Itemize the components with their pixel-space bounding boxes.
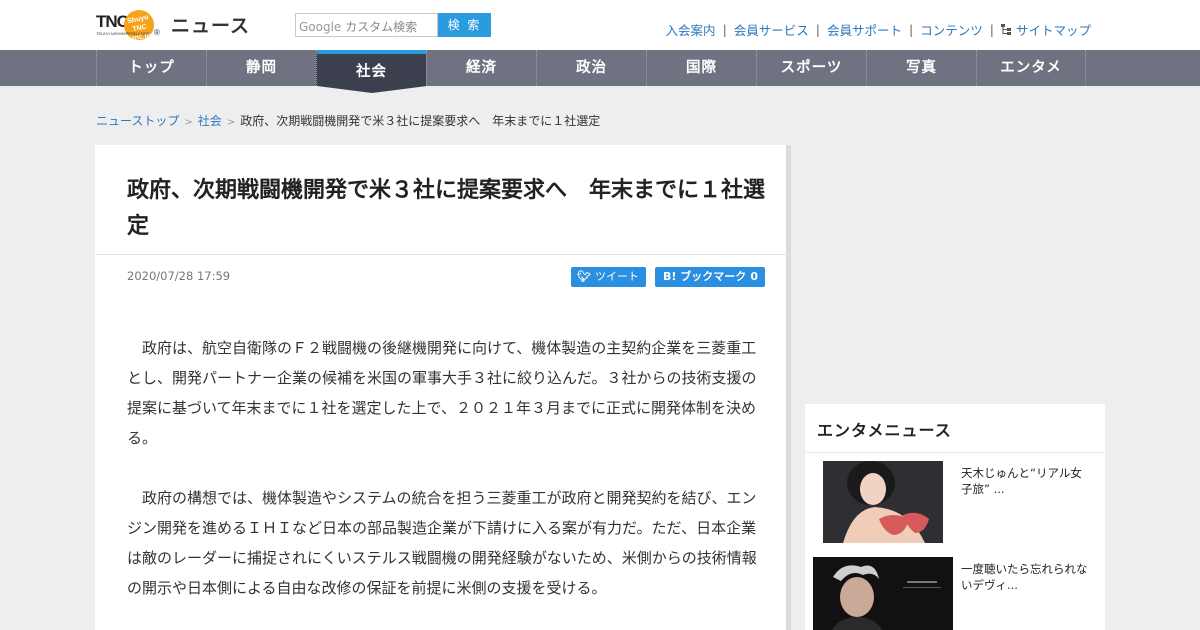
- article-body: 政府は、航空自衛隊のＦ２戦闘機の後継機開発に向けて、機体製造の主契約企業を三菱重…: [127, 333, 757, 630]
- news-thumbnail: [813, 557, 953, 630]
- sitemap-icon: [1000, 24, 1011, 35]
- nav-item-shizuoka[interactable]: 静岡: [206, 50, 316, 86]
- util-link-member-support[interactable]: 会員サポート: [827, 20, 902, 39]
- hatena-bookmark-label: B! ブックマーク: [663, 270, 747, 283]
- search-placeholder: カスタム検索: [345, 20, 418, 34]
- news-headline: 一度聴いたら忘れられないデヴィ...: [961, 562, 1088, 592]
- logo-subtitle: TELEVI NISHINIPPON CORP: [96, 31, 150, 36]
- util-link-sitemap[interactable]: サイトマップ: [1000, 20, 1091, 39]
- entertainment-news-panel: エンタメニュース 天木じゅんと“リアル女子旅” ... 一度聴いたら忘れられない…: [805, 404, 1105, 630]
- site-title[interactable]: ニュース: [171, 11, 250, 38]
- utility-links: 入会案内 | 会員サービス | 会員サポート | コンテンツ | サイトマップ: [666, 20, 1091, 39]
- nav-item-society[interactable]: 社会: [316, 50, 427, 93]
- entertainment-news-item[interactable]: 一度聴いたら忘れられないデヴィ...: [813, 557, 1097, 630]
- hatena-bookmark-count: 0: [750, 270, 758, 283]
- logo-registered-mark: ®: [154, 28, 160, 37]
- google-label: Google: [299, 20, 342, 34]
- title-divider: [95, 254, 791, 255]
- divider: |: [815, 22, 821, 37]
- util-link-contents[interactable]: コンテンツ: [920, 20, 983, 39]
- nav-item-entertainment[interactable]: エンタメ: [976, 50, 1086, 86]
- breadcrumb-separator: >: [184, 117, 193, 128]
- article-card: 政府、次期戦闘機開発で米３社に提案要求へ 年末までに１社選定 2020/07/2…: [95, 145, 791, 630]
- panel-title: エンタメニュース: [817, 421, 952, 440]
- breadcrumb-separator: >: [226, 117, 236, 128]
- nav-item-sports[interactable]: スポーツ: [756, 50, 866, 86]
- thumbnail-image: [813, 557, 953, 630]
- divider: |: [722, 22, 727, 37]
- util-link-member-services[interactable]: 会員サービス: [734, 20, 809, 39]
- breadcrumb-current: 政府、次期戦闘機開発で米３社に提案要求へ 年末までに１社選定: [240, 114, 601, 128]
- news-thumbnail: [813, 461, 953, 543]
- nav-item-international[interactable]: 国際: [646, 50, 756, 86]
- news-headline: 天木じゅんと“リアル女子旅” ...: [961, 466, 1082, 496]
- nav-item-photos[interactable]: 写真: [866, 50, 976, 86]
- tweet-label: ツイート: [594, 270, 639, 283]
- thumbnail-image: [823, 461, 943, 543]
- article-title: 政府、次期戦闘機開発で米３社に提案要求へ 年末までに１社選定: [127, 178, 766, 239]
- tweet-button[interactable]: 🐦︎ ツイート: [571, 267, 646, 287]
- util-link-membership-info[interactable]: 入会案内: [666, 20, 716, 39]
- search-button[interactable]: 検 索: [438, 13, 491, 37]
- site-header: TNC Shuyu TNC tnc.jp TELEVI NISHINIPPON CO…: [0, 0, 1200, 50]
- divider: |: [909, 22, 914, 37]
- nav-item-economy[interactable]: 経済: [426, 50, 536, 86]
- hatena-bookmark-button[interactable]: B! ブックマーク 0: [655, 267, 765, 287]
- nav-item-top[interactable]: トップ: [96, 50, 206, 86]
- twitter-bird-icon: 🐦︎: [577, 270, 591, 283]
- divider: |: [989, 22, 994, 37]
- article-date: 2020/07/28 17:59: [127, 269, 231, 283]
- entertainment-news-item[interactable]: 天木じゅんと“リアル女子旅” ...: [813, 461, 1097, 549]
- article-paragraph: 政府の構想では、機体製造やシステムの統合を担う三菱重工が政府と開発契約を結び、エ…: [127, 489, 757, 597]
- breadcrumb-news-top[interactable]: ニューストップ: [96, 114, 179, 128]
- breadcrumb-society[interactable]: 社会: [198, 114, 222, 128]
- sitemap-label: サイトマップ: [1015, 23, 1091, 38]
- article-paragraph: 政府は、航空自衛隊のＦ２戦闘機の後継機開発に向けて、機体製造の主契約企業を三菱重…: [127, 339, 757, 447]
- search-input[interactable]: Google カスタム検索: [295, 13, 438, 37]
- nav-item-politics[interactable]: 政治: [536, 50, 646, 86]
- breadcrumb: ニューストップ > 社会 > 政府、次期戦闘機開発で米３社に提案要求へ 年末までに１社選…: [96, 112, 600, 129]
- panel-divider: [805, 452, 1105, 453]
- main-nav: トップ 静岡 社会 経済 政治 国際 スポーツ 写真 エンタメ: [0, 50, 1200, 93]
